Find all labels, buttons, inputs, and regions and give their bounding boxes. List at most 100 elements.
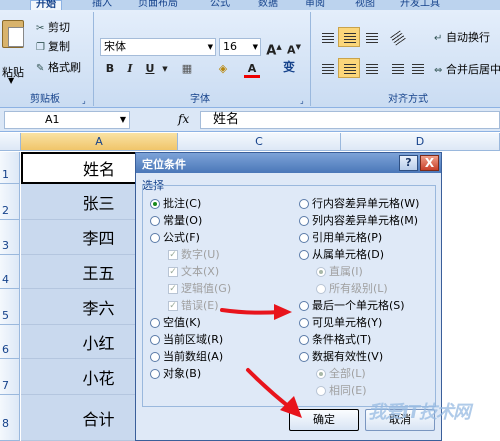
tab-review[interactable]: 审阅 [305, 0, 325, 10]
option-label: 对象(B) [163, 367, 202, 380]
bold-button[interactable]: B [102, 60, 118, 78]
option-label: 文本(X) [181, 265, 220, 278]
radio-icon [316, 267, 326, 277]
wrap-text-label: 自动换行 [446, 31, 490, 44]
option-label: 行内容差异单元格(W) [312, 197, 420, 210]
brush-icon: ✎ [36, 63, 45, 74]
font-launcher-icon[interactable]: ⌟ [300, 96, 304, 105]
column-header-a[interactable]: A [21, 133, 178, 151]
help-icon[interactable]: ? [399, 155, 418, 171]
row-header[interactable]: 4 [0, 255, 20, 289]
radio-icon [150, 335, 160, 345]
merge-icon: ⇔ [434, 65, 443, 76]
option-label: 常量(O) [163, 214, 203, 227]
align-top-button[interactable] [316, 27, 338, 47]
option-label: 所有级别(L) [329, 282, 388, 295]
wrap-text-button[interactable]: ↵ 自动换行 [434, 30, 490, 46]
font-size-select[interactable]: 16 ▼ [219, 38, 261, 56]
tab-insert[interactable]: 插入 [92, 0, 112, 10]
option-label: 错误(E) [181, 299, 219, 312]
ribbon-tabs: 开始 插入 页面布局 公式 数据 审阅 视图 开发工具 [0, 0, 500, 10]
option-label: 最后一个单元格(S) [312, 299, 405, 312]
row-header[interactable]: 2 [0, 184, 20, 220]
paste-button[interactable]: 粘贴 ▼ [0, 18, 30, 86]
radio-icon [299, 301, 309, 311]
font-color-button[interactable]: A [244, 60, 260, 78]
align-left-button[interactable] [316, 58, 338, 78]
row-header[interactable]: 3 [0, 220, 20, 255]
option-label: 公式(F) [163, 231, 200, 244]
font-size-value: 16 [223, 40, 237, 53]
option-label: 从属单元格(D) [312, 248, 385, 261]
clipboard-launcher-icon[interactable]: ⌟ [82, 96, 86, 105]
fx-icon[interactable]: fx [178, 112, 189, 126]
close-icon[interactable]: X [420, 155, 439, 171]
decrease-indent-button[interactable] [386, 58, 408, 78]
name-box[interactable]: A1 ▼ [4, 111, 130, 129]
align-right-button[interactable] [360, 58, 382, 78]
tab-data[interactable]: 数据 [258, 0, 278, 10]
radio-icon [150, 199, 160, 209]
radio-icon [316, 386, 326, 396]
row-header[interactable]: 1 [0, 152, 20, 184]
align-top-icon [322, 33, 334, 43]
shrink-font-button[interactable]: A▼ [286, 38, 302, 57]
chevron-down-icon: ▼ [119, 115, 126, 124]
wrap-icon: ↵ [434, 33, 443, 44]
chevron-down-icon[interactable]: ▼ [160, 60, 170, 78]
cut-button[interactable]: ✂ 剪切 [36, 20, 70, 36]
group-divider [93, 12, 94, 106]
name-box-value: A1 [45, 113, 60, 126]
orientation-button[interactable] [386, 27, 408, 47]
merge-center-button[interactable]: ⇔ 合并后居中 [434, 62, 500, 78]
select-all-corner[interactable] [0, 133, 21, 151]
paste-icon [2, 20, 24, 48]
row-number: 1 [2, 168, 9, 181]
option-label: 直属(I) [329, 265, 363, 278]
align-right-icon [366, 64, 378, 74]
dialog-titlebar[interactable]: 定位条件 ? X [136, 153, 441, 173]
radio-icon [299, 233, 309, 243]
format-painter-button[interactable]: ✎ 格式刷 [36, 60, 81, 76]
row-header[interactable]: 7 [0, 359, 20, 395]
align-center-icon [344, 64, 356, 74]
checkbox-icon: ✓ [168, 267, 178, 277]
phonetic-button[interactable]: 变 [278, 58, 300, 76]
align-middle-button[interactable] [338, 27, 360, 47]
italic-button[interactable]: I [122, 60, 138, 78]
formula-input[interactable]: 姓名 [200, 111, 500, 129]
radio-icon [150, 216, 160, 226]
row-number: 4 [2, 273, 9, 286]
option-label: 空值(K) [163, 316, 201, 329]
chevron-down-icon: ▼ [252, 43, 258, 51]
merge-center-label: 合并后居中 [446, 63, 500, 76]
align-center-button[interactable] [338, 58, 360, 78]
tab-home[interactable]: 开始 [30, 0, 62, 10]
row-header[interactable]: 8 [0, 395, 20, 441]
align-bottom-icon [366, 33, 378, 43]
ribbon: 粘贴 ▼ ✂ 剪切 ❐ 复制 ✎ 格式刷 剪贴板 ⌟ 宋体 ▼ 16 ▼ A▲ A▼ … [0, 10, 500, 108]
tab-page-layout[interactable]: 页面布局 [138, 0, 178, 10]
option-label: 相同(E) [329, 384, 367, 397]
dialog-title: 定位条件 [142, 158, 186, 171]
tab-formulas[interactable]: 公式 [210, 0, 230, 10]
option-label: 列内容差异单元格(M) [312, 214, 419, 227]
underline-button[interactable]: U [142, 60, 158, 78]
row-header[interactable]: 6 [0, 325, 20, 359]
copy-icon: ❐ [36, 42, 45, 53]
border-icon[interactable]: ▦ [178, 60, 196, 78]
column-header-c[interactable]: C [178, 133, 341, 151]
grow-font-button[interactable]: A▲ [266, 38, 282, 58]
tab-view[interactable]: 视图 [355, 0, 375, 10]
increase-indent-button[interactable] [406, 58, 428, 78]
radio-icon [299, 216, 309, 226]
tab-developer[interactable]: 开发工具 [400, 0, 440, 10]
fill-color-icon[interactable]: ◈ [214, 60, 232, 78]
font-name-select[interactable]: 宋体 ▼ [100, 38, 216, 56]
watermark: 我爱IT技术网 [368, 402, 471, 423]
copy-button[interactable]: ❐ 复制 [36, 39, 70, 55]
column-header-d[interactable]: D [341, 133, 500, 151]
option-label: 当前数组(A) [163, 350, 224, 363]
align-bottom-button[interactable] [360, 27, 382, 47]
row-header[interactable]: 5 [0, 289, 20, 325]
